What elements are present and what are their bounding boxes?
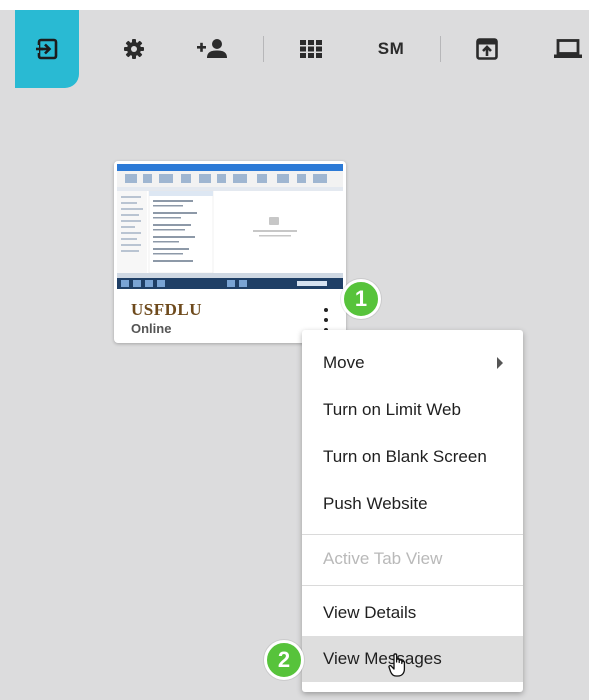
menu-item-push-website[interactable]: Push Website: [302, 481, 523, 527]
push-window-button[interactable]: [467, 10, 507, 88]
menu-item-view-messages[interactable]: View Messages: [302, 636, 523, 682]
step-badge-1: 1: [341, 279, 381, 319]
submenu-arrow-icon: [497, 357, 503, 369]
device-context-menu: Move Turn on Limit Web Turn on Blank Scr…: [302, 330, 523, 692]
menu-divider: [302, 534, 523, 535]
device-status: Online: [131, 321, 172, 336]
menu-item-active-tab-view: Active Tab View: [302, 536, 523, 582]
gear-icon: [124, 39, 144, 59]
sign-in-icon: [36, 38, 58, 60]
grid-view-button[interactable]: [291, 10, 331, 88]
menu-item-label: Turn on Blank Screen: [323, 447, 487, 466]
step-badge-2: 2: [264, 640, 304, 680]
add-user-icon: [197, 39, 227, 58]
top-gap: [0, 0, 589, 10]
upload-window-icon: [476, 38, 498, 60]
menu-item-blank-screen[interactable]: Turn on Blank Screen: [302, 434, 523, 480]
add-user-button[interactable]: [190, 10, 234, 88]
menu-item-label: Move: [323, 353, 365, 372]
toolbar-divider: [440, 36, 441, 62]
laptop-icon: [553, 39, 582, 58]
sm-label: SM: [377, 39, 405, 58]
settings-button[interactable]: [114, 10, 154, 88]
menu-item-label: Active Tab View: [323, 549, 443, 568]
menu-divider: [302, 585, 523, 586]
toolbar-divider: [263, 36, 264, 62]
device-screenshot-thumbnail: [117, 164, 343, 289]
menu-item-label: Push Website: [323, 494, 428, 513]
device-name: USFDLU: [131, 300, 203, 319]
laptop-button[interactable]: [546, 10, 589, 88]
menu-item-move[interactable]: Move: [302, 340, 523, 386]
hand-cursor-icon: [388, 653, 406, 677]
device-card[interactable]: USFDLU Online: [114, 161, 346, 343]
grid-icon: [300, 40, 322, 58]
menu-item-label: Turn on Limit Web: [323, 400, 461, 419]
menu-item-limit-web[interactable]: Turn on Limit Web: [302, 387, 523, 433]
menu-item-label: View Messages: [323, 649, 442, 668]
menu-item-view-details[interactable]: View Details: [302, 590, 523, 636]
sign-in-button[interactable]: [15, 10, 79, 88]
sm-button[interactable]: SM: [369, 10, 413, 88]
menu-item-label: View Details: [323, 603, 417, 622]
